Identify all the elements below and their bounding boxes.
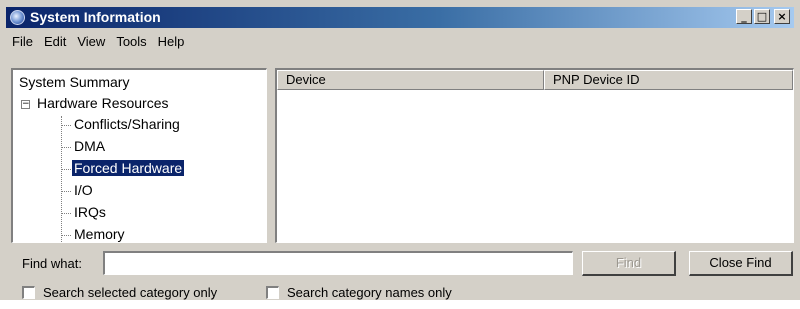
search-category-names-label: Search category names only <box>287 285 452 300</box>
tree-connector-branch <box>61 169 71 170</box>
menu-bar: File Edit View Tools Help <box>8 32 191 52</box>
column-header-pnp-device-id[interactable]: PNP Device ID <box>544 70 793 90</box>
tree-connector-branch <box>61 213 71 214</box>
tree-item-memory[interactable]: Memory <box>74 226 125 242</box>
close-button[interactable]: × <box>774 9 790 24</box>
tree-item-conflicts-sharing[interactable]: Conflicts/Sharing <box>74 116 180 132</box>
search-selected-category-label: Search selected category only <box>43 285 218 300</box>
menu-tools[interactable]: Tools <box>112 32 153 52</box>
collapse-expander-icon[interactable]: − <box>21 100 30 109</box>
menu-file[interactable]: File <box>8 32 40 52</box>
window-title: System Information <box>30 9 161 25</box>
tree-connector-branch <box>61 125 71 126</box>
search-category-names-option[interactable]: Search category names only <box>266 285 452 300</box>
tree-connector-branch <box>61 147 71 148</box>
search-selected-category-checkbox[interactable] <box>22 286 35 299</box>
menu-view[interactable]: View <box>73 32 112 52</box>
tree-item-io[interactable]: I/O <box>74 182 93 198</box>
find-what-label: Find what: <box>22 256 82 271</box>
details-list[interactable]: Device PNP Device ID <box>275 68 794 243</box>
tree-connector-branch <box>61 191 71 192</box>
menu-edit[interactable]: Edit <box>40 32 73 52</box>
search-category-names-checkbox[interactable] <box>266 286 279 299</box>
tree-item-forced-hardware[interactable]: Forced Hardware <box>70 159 186 177</box>
find-button[interactable]: Find <box>582 251 676 276</box>
system-information-window: System Information _ □ × File Edit View … <box>0 0 800 300</box>
system-info-icon <box>10 10 25 25</box>
maximize-button[interactable]: □ <box>754 9 770 24</box>
tree-connector-branch <box>61 235 71 236</box>
tree-connector-line <box>61 116 62 242</box>
tree-item-hardware-resources[interactable]: Hardware Resources <box>37 95 169 111</box>
tree-item-dma[interactable]: DMA <box>74 138 105 154</box>
title-bar[interactable]: System Information _ □ × <box>6 7 794 28</box>
category-tree[interactable]: System Summary − Hardware Resources Conf… <box>11 68 267 243</box>
menu-help[interactable]: Help <box>154 32 192 52</box>
tree-item-irqs[interactable]: IRQs <box>74 204 106 220</box>
close-find-button[interactable]: Close Find <box>689 251 793 276</box>
tree-item-system-summary[interactable]: System Summary <box>19 74 129 90</box>
search-selected-category-option[interactable]: Search selected category only <box>22 285 217 300</box>
find-what-input[interactable] <box>103 251 573 275</box>
column-header-device[interactable]: Device <box>277 70 544 90</box>
list-header: Device PNP Device ID <box>277 70 793 90</box>
minimize-button[interactable]: _ <box>736 9 752 24</box>
